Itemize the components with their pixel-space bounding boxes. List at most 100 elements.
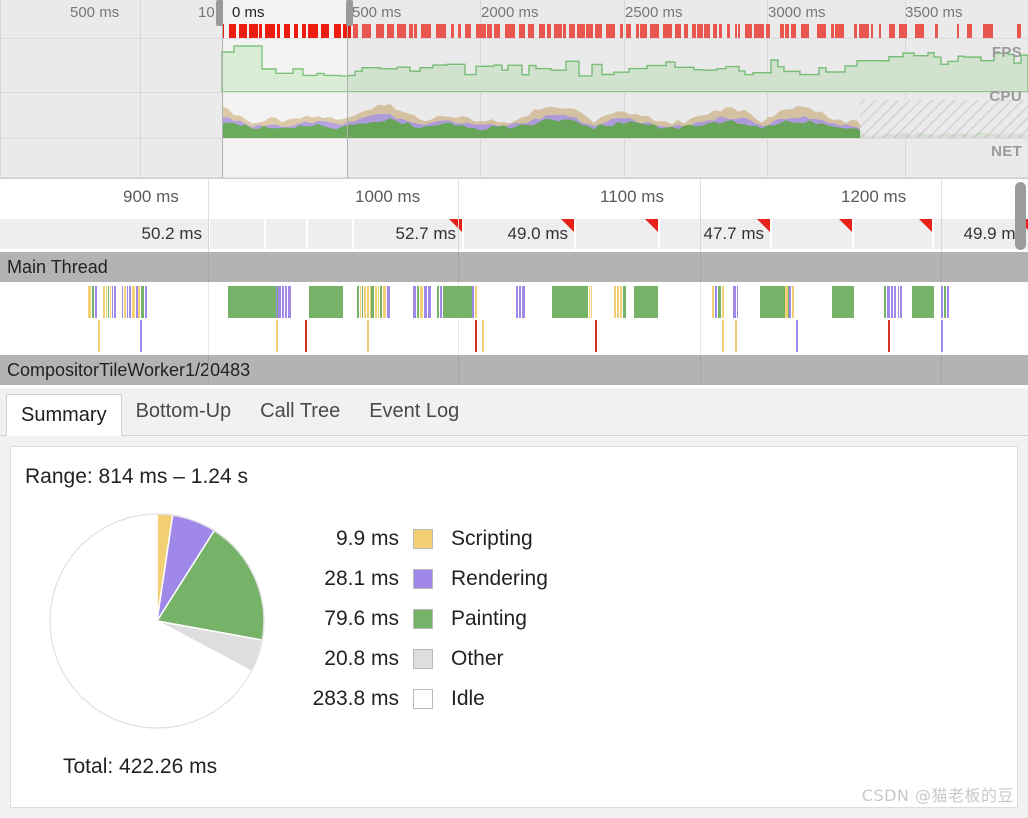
flame-bar[interactable] — [282, 286, 284, 318]
flame-bar-nested[interactable] — [475, 320, 477, 352]
flame-bar-nested[interactable] — [595, 320, 597, 352]
flame-bar-nested[interactable] — [305, 320, 307, 352]
flame-bar[interactable] — [286, 286, 287, 318]
flame-bar[interactable] — [428, 286, 431, 318]
frame-cell[interactable]: 50.2 ms — [0, 219, 208, 249]
flame-bar[interactable] — [129, 286, 131, 318]
flame-bar-painting[interactable] — [912, 286, 934, 318]
flame-bar[interactable] — [722, 286, 724, 318]
flame-bar[interactable] — [124, 286, 126, 318]
flame-bar-nested[interactable] — [722, 320, 724, 352]
flame-bar[interactable] — [371, 286, 374, 318]
pie-chart[interactable] — [49, 513, 265, 729]
frame-cell[interactable] — [308, 219, 352, 249]
flame-bar[interactable] — [367, 286, 369, 318]
flame-bar[interactable] — [586, 286, 588, 318]
flame-bar-nested[interactable] — [735, 320, 737, 352]
flame-bar[interactable] — [110, 286, 111, 318]
flame-bar[interactable] — [712, 286, 714, 318]
flame-bar[interactable] — [516, 286, 518, 318]
tab-event-log[interactable]: Event Log — [355, 388, 474, 435]
flame-bar[interactable] — [884, 286, 886, 318]
flame-bar[interactable] — [360, 286, 361, 318]
tab-call-tree[interactable]: Call Tree — [246, 388, 355, 435]
flame-bar[interactable] — [900, 286, 902, 318]
tab-bottom-up[interactable]: Bottom-Up — [122, 388, 247, 435]
flame-bar[interactable] — [362, 286, 363, 318]
flame-bar[interactable] — [620, 286, 622, 318]
flame-bar[interactable] — [623, 286, 626, 318]
flame-bar[interactable] — [792, 286, 794, 318]
flame-bar-nested[interactable] — [276, 320, 278, 352]
flame-bar[interactable] — [375, 286, 377, 318]
flame-chart-main-thread[interactable] — [0, 282, 1028, 355]
flame-bar[interactable] — [785, 286, 788, 318]
flame-bar[interactable] — [737, 286, 738, 318]
flame-bar[interactable] — [519, 286, 521, 318]
flame-bar[interactable] — [715, 286, 717, 318]
flame-bar[interactable] — [106, 286, 107, 318]
legend-row-painting[interactable]: 79.6 ms Painting — [289, 599, 548, 639]
flame-bar[interactable] — [472, 286, 474, 318]
flame-bar-nested[interactable] — [796, 320, 798, 352]
flame-bar[interactable] — [92, 286, 94, 318]
flame-bar[interactable] — [88, 286, 91, 318]
frame-cell[interactable] — [266, 219, 306, 249]
flame-bar[interactable] — [898, 286, 899, 318]
timeline-ruler[interactable]: 900 ms 1000 ms 1100 ms 1200 ms — [0, 178, 1028, 217]
legend-row-idle[interactable]: 283.8 ms Idle — [289, 679, 548, 719]
flame-bar[interactable] — [357, 286, 359, 318]
flame-bar-nested[interactable] — [482, 320, 484, 352]
flame-bar[interactable] — [733, 286, 736, 318]
flame-bar[interactable] — [891, 286, 893, 318]
flame-bar[interactable] — [789, 286, 791, 318]
frame-cell[interactable]: 49.9 ms — [934, 219, 1028, 249]
flame-bar[interactable] — [272, 286, 275, 318]
flame-bar-painting[interactable] — [832, 286, 854, 318]
flame-bar[interactable] — [278, 286, 281, 318]
frame-cell[interactable]: 49.0 ms — [464, 219, 574, 249]
flame-bar[interactable] — [95, 286, 97, 318]
flame-bar-nested[interactable] — [367, 320, 369, 352]
frames-row[interactable]: 50.2 ms 52.7 ms 49.0 ms 47.7 ms 49.9 ms — [0, 216, 1028, 252]
frame-cell[interactable]: 52.7 ms — [354, 219, 462, 249]
flame-bar-painting[interactable] — [444, 286, 474, 318]
flame-bar-painting[interactable] — [309, 286, 343, 318]
flame-bar[interactable] — [894, 286, 896, 318]
vertical-scrollbar-thumb[interactable] — [1015, 182, 1026, 250]
flame-bar[interactable] — [591, 286, 592, 318]
flame-bar[interactable] — [132, 286, 135, 318]
flame-bar[interactable] — [141, 286, 144, 318]
flame-bar[interactable] — [127, 286, 128, 318]
flame-bar[interactable] — [522, 286, 525, 318]
flame-bar[interactable] — [364, 286, 366, 318]
flame-bar-nested[interactable] — [941, 320, 943, 352]
track-header-main-thread[interactable]: Main Thread — [0, 252, 1028, 282]
flame-bar[interactable] — [112, 286, 113, 318]
flame-bar[interactable] — [114, 286, 116, 318]
flame-bar[interactable] — [413, 286, 416, 318]
flame-bar[interactable] — [424, 286, 427, 318]
flame-bar[interactable] — [614, 286, 616, 318]
flame-bar-nested[interactable] — [888, 320, 890, 352]
flame-bar[interactable] — [122, 286, 123, 318]
flame-bar[interactable] — [887, 286, 890, 318]
tab-summary[interactable]: Summary — [6, 394, 122, 436]
flame-bar-nested[interactable] — [140, 320, 142, 352]
flame-bar[interactable] — [108, 286, 109, 318]
legend-row-other[interactable]: 20.8 ms Other — [289, 639, 548, 679]
flame-bar[interactable] — [617, 286, 619, 318]
overview-selection-handle-left[interactable] — [216, 0, 223, 26]
flame-bar[interactable] — [288, 286, 291, 318]
frame-cell[interactable] — [210, 219, 264, 249]
flame-bar[interactable] — [378, 286, 379, 318]
flame-bar[interactable] — [380, 286, 382, 318]
flame-bar[interactable] — [589, 286, 590, 318]
flame-bar[interactable] — [718, 286, 721, 318]
legend-row-scripting[interactable]: 9.9 ms Scripting — [289, 519, 548, 559]
flame-bar[interactable] — [276, 286, 277, 318]
flame-bar[interactable] — [420, 286, 423, 318]
track-header-compositor-tile-worker[interactable]: CompositorTileWorker1/20483 — [0, 355, 1028, 385]
flame-bar[interactable] — [944, 286, 946, 318]
flame-bar[interactable] — [475, 286, 477, 318]
